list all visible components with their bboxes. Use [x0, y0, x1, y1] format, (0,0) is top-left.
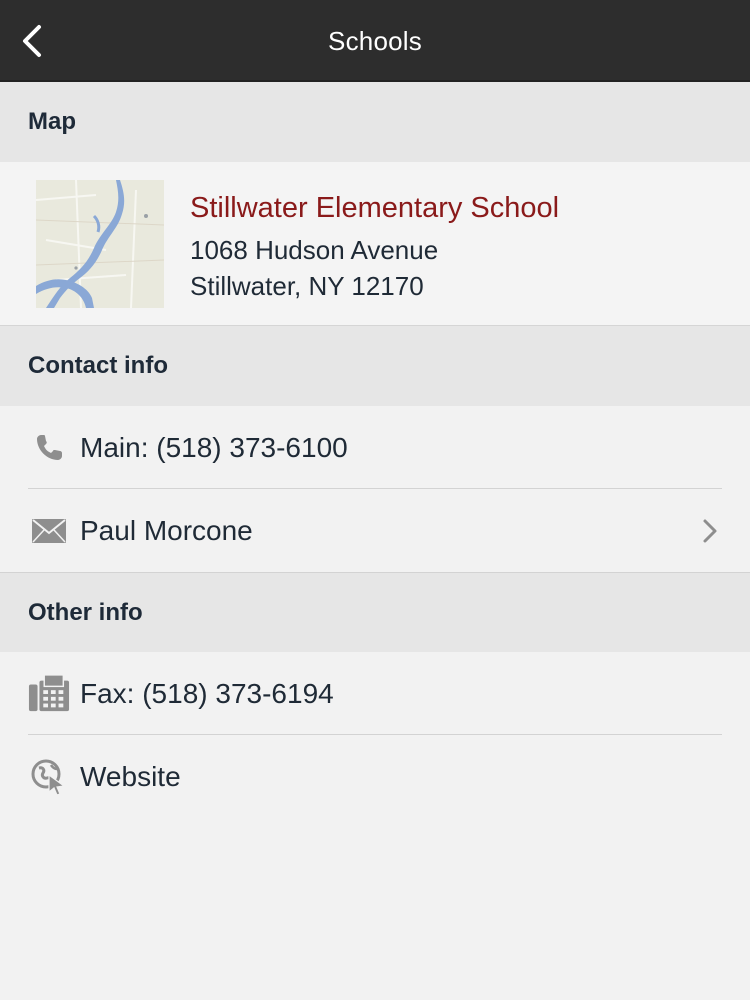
school-name[interactable]: Stillwater Elementary School — [190, 190, 559, 226]
map-thumbnail[interactable] — [36, 180, 164, 308]
section-header-map: Map — [0, 82, 750, 162]
envelope-icon — [28, 510, 70, 552]
section-header-contact: Contact info — [0, 326, 750, 406]
main-phone-label: Main: (518) 373-6100 — [80, 432, 348, 463]
fax-label: Fax: (518) 373-6194 — [80, 678, 334, 709]
chevron-right-icon — [703, 519, 717, 543]
list-item-main-phone[interactable]: Main: (518) 373-6100 — [0, 406, 750, 489]
page-title: Schools — [328, 26, 422, 56]
fax-icon — [28, 673, 70, 715]
contact-person-label: Paul Morcone — [80, 515, 253, 546]
globe-cursor-icon — [28, 756, 70, 798]
top-bar: Schools — [0, 0, 750, 82]
phone-icon — [28, 427, 70, 469]
school-address-line1: 1068 Hudson Avenue — [190, 235, 439, 265]
school-info: Stillwater Elementary School 1068 Hudson… — [190, 190, 559, 304]
section-header-other: Other info — [0, 572, 750, 652]
website-label: Website — [80, 761, 181, 792]
list-item-contact-person[interactable]: Paul Morcone — [0, 489, 750, 572]
school-location-row[interactable]: Stillwater Elementary School 1068 Hudson… — [0, 162, 750, 326]
school-address-line2: Stillwater, NY 12170 — [190, 271, 424, 301]
list-item-website[interactable]: Website — [0, 735, 750, 818]
list-item-fax[interactable]: Fax: (518) 373-6194 — [0, 652, 750, 735]
